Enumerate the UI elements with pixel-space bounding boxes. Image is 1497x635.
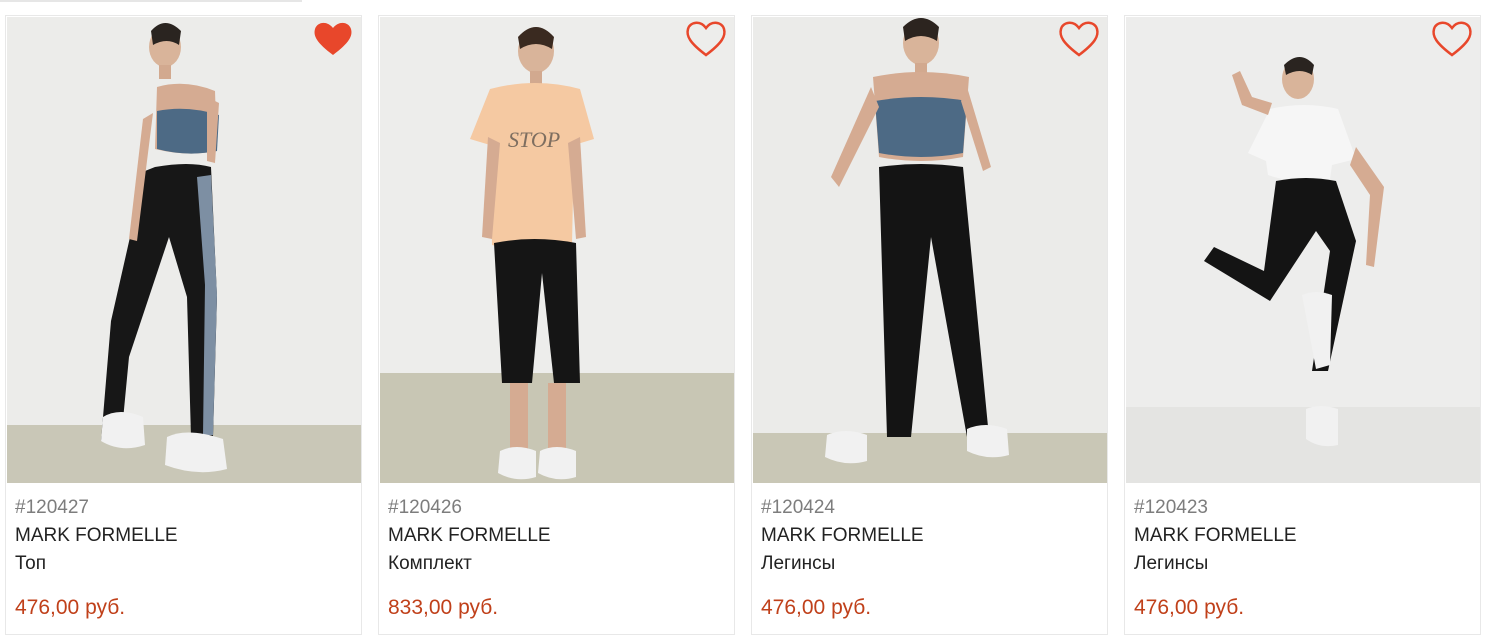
- top-divider: [0, 0, 302, 2]
- product-photo[interactable]: [1126, 17, 1480, 483]
- product-price: 833,00 руб.: [388, 596, 499, 619]
- favorite-button[interactable]: [311, 19, 355, 59]
- product-card[interactable]: #120427 MARK FORMELLE Топ 476,00 руб.: [5, 15, 362, 635]
- product-card[interactable]: #120424 MARK FORMELLE Легинсы 476,00 руб…: [751, 15, 1108, 635]
- product-price: 476,00 руб.: [761, 596, 872, 619]
- heart-outline-icon: [1432, 21, 1472, 57]
- product-brand[interactable]: MARK FORMELLE: [388, 522, 726, 550]
- product-brand[interactable]: MARK FORMELLE: [761, 522, 1099, 550]
- product-grid: #120427 MARK FORMELLE Топ 476,00 руб. ST…: [5, 15, 1489, 635]
- product-brand[interactable]: MARK FORMELLE: [1134, 522, 1472, 550]
- heart-outline-icon: [686, 21, 726, 57]
- product-card[interactable]: STOP #120426 MARK FORMELLE Комплект 833,…: [378, 15, 735, 635]
- product-photo[interactable]: STOP: [380, 17, 734, 483]
- product-info: #120424 MARK FORMELLE Легинсы 476,00 руб…: [761, 494, 1099, 622]
- product-type[interactable]: Легинсы: [761, 550, 1099, 578]
- product-info: #120426 MARK FORMELLE Комплект 833,00 ру…: [388, 494, 726, 622]
- svg-text:STOP: STOP: [508, 127, 560, 152]
- product-article: #120426: [388, 497, 462, 518]
- product-article: #120424: [761, 497, 835, 518]
- product-type[interactable]: Легинсы: [1134, 550, 1472, 578]
- product-article: #120423: [1134, 497, 1208, 518]
- product-photo[interactable]: [753, 17, 1107, 483]
- product-card[interactable]: #120423 MARK FORMELLE Легинсы 476,00 руб…: [1124, 15, 1481, 635]
- product-price: 476,00 руб.: [1134, 596, 1245, 619]
- product-type[interactable]: Комплект: [388, 550, 726, 578]
- product-info: #120423 MARK FORMELLE Легинсы 476,00 руб…: [1134, 494, 1472, 622]
- product-info: #120427 MARK FORMELLE Топ 476,00 руб.: [15, 494, 353, 622]
- product-type[interactable]: Топ: [15, 550, 353, 578]
- product-article: #120427: [15, 497, 89, 518]
- product-photo[interactable]: [7, 17, 361, 483]
- product-price: 476,00 руб.: [15, 596, 126, 619]
- favorite-button[interactable]: [1430, 19, 1474, 59]
- favorite-button[interactable]: [684, 19, 728, 59]
- heart-filled-icon: [314, 22, 352, 55]
- product-brand[interactable]: MARK FORMELLE: [15, 522, 353, 550]
- heart-outline-icon: [1059, 21, 1099, 57]
- favorite-button[interactable]: [1057, 19, 1101, 59]
